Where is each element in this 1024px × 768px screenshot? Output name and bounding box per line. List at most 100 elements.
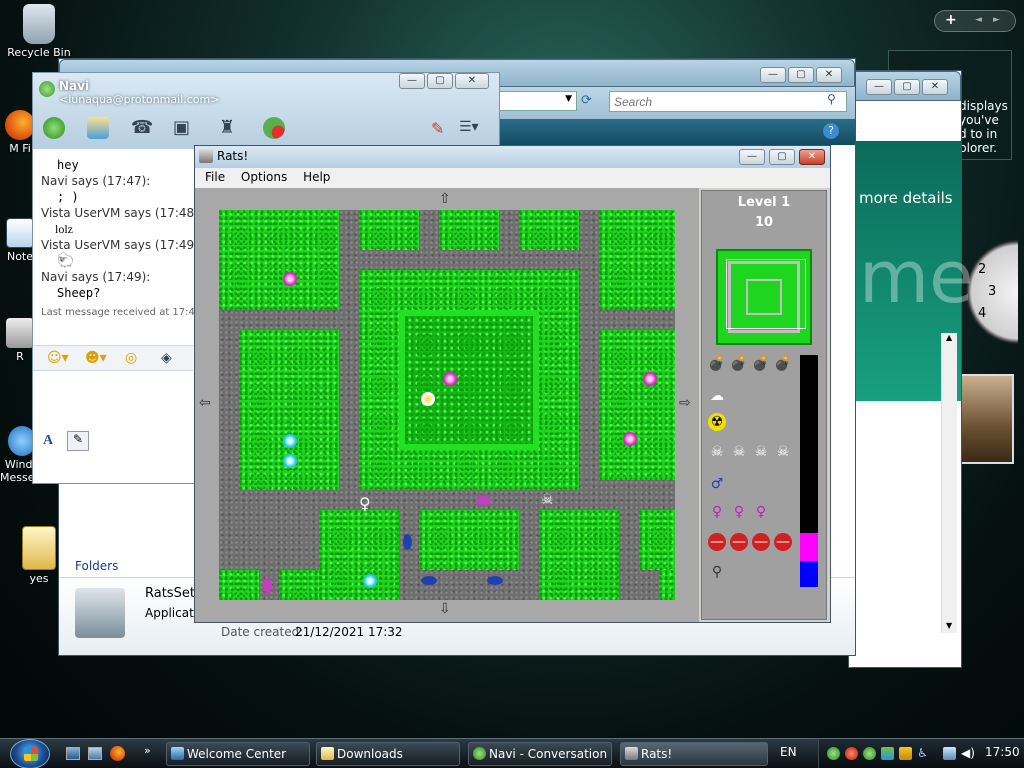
- refresh-icon[interactable]: ⟳: [581, 93, 592, 108]
- clock[interactable]: 17:50: [985, 745, 1020, 759]
- search-icon[interactable]: ⚲: [827, 92, 836, 106]
- close-button[interactable]: ✕: [455, 73, 489, 89]
- minimize-button[interactable]: —: [760, 67, 786, 83]
- invite-contact-icon[interactable]: [43, 117, 65, 139]
- taskbar-button-navi-conversation[interactable]: Navi - Conversation: [468, 742, 612, 766]
- nudge-icon[interactable]: ◎: [125, 350, 137, 366]
- poison-skull-icon[interactable]: ☠: [708, 443, 726, 461]
- folders-label[interactable]: Folders: [75, 559, 118, 573]
- sidebar-prev-icon[interactable]: ◄: [975, 15, 982, 25]
- rat-female[interactable]: [263, 578, 272, 594]
- handwriting-icon[interactable]: ✎: [67, 431, 89, 451]
- scroll-left-arrow-icon[interactable]: ⇦: [199, 396, 211, 410]
- minimize-button[interactable]: —: [739, 149, 765, 165]
- poison-skull-icon[interactable]: ☠: [752, 443, 770, 461]
- bomb-icon[interactable]: 💣: [774, 355, 792, 373]
- welcome-scrollbar[interactable]: ▲ ▼: [941, 333, 957, 633]
- rat-female[interactable]: [475, 496, 491, 505]
- firefox-icon[interactable]: [110, 746, 125, 761]
- sidebar-next-icon[interactable]: ►: [993, 15, 1000, 25]
- more-details-link[interactable]: more details: [859, 189, 953, 207]
- message-input[interactable]: [33, 371, 193, 427]
- minimize-button[interactable]: —: [866, 79, 892, 95]
- poison-skull-icon[interactable]: ☠: [730, 443, 748, 461]
- hose-icon[interactable]: ⚲: [708, 563, 726, 581]
- female-symbol-icon[interactable]: ♀: [752, 503, 770, 521]
- stop-sign-icon[interactable]: —: [752, 533, 770, 551]
- search-input[interactable]: [609, 91, 847, 112]
- share-files-icon[interactable]: [87, 117, 109, 139]
- female-symbol-icon[interactable]: ♀: [730, 503, 748, 521]
- voice-clip-icon[interactable]: ◈: [161, 350, 172, 366]
- minimap[interactable]: [716, 249, 812, 345]
- chat-sender: Navi says (17:49):: [41, 270, 151, 284]
- paint-icon[interactable]: ✎: [431, 119, 444, 138]
- stop-sign-icon[interactable]: —: [708, 533, 726, 551]
- activities-icon[interactable]: ♜: [219, 117, 235, 138]
- maximize-button[interactable]: ▢: [427, 73, 453, 89]
- rat-male[interactable]: [487, 576, 503, 585]
- stop-sign-icon[interactable]: —: [774, 533, 792, 551]
- menu-file[interactable]: File: [199, 168, 231, 186]
- font-button[interactable]: A: [43, 433, 53, 449]
- switch-windows-icon[interactable]: [88, 747, 102, 760]
- scroll-down-arrow-icon[interactable]: ⇩: [439, 602, 451, 616]
- taskbar-button-rats[interactable]: Rats!: [620, 742, 768, 766]
- bomb-icon[interactable]: 💣: [708, 355, 726, 373]
- scroll-up-icon[interactable]: ▲: [946, 333, 952, 342]
- bomb-icon[interactable]: 💣: [752, 355, 770, 373]
- gas-cloud-icon[interactable]: ☁: [708, 387, 726, 405]
- address-dropdown[interactable]: ▼: [499, 91, 577, 111]
- scroll-down-icon[interactable]: ▼: [946, 621, 952, 630]
- radiation-icon[interactable]: ☢: [708, 413, 726, 431]
- female-symbol-icon[interactable]: ♀: [708, 503, 726, 521]
- messenger-tray-icon[interactable]: [863, 747, 876, 760]
- show-desktop-icon[interactable]: [66, 747, 80, 760]
- safely-remove-icon[interactable]: [899, 747, 912, 760]
- rats-window[interactable]: Rats! — ▢ ✕ File Options Help ⇧ ⇦ ⇨ ⇩ ♀ …: [194, 145, 831, 623]
- block-contact-icon[interactable]: [263, 117, 285, 139]
- help-icon[interactable]: ?: [823, 123, 839, 139]
- security-alert-icon[interactable]: [845, 747, 858, 760]
- desktop-icon-recycle-bin[interactable]: Recycle Bin: [4, 4, 74, 59]
- emoticon-icon[interactable]: ☺▾: [47, 350, 69, 366]
- volume-icon[interactable]: ◀): [961, 747, 975, 760]
- stop-sign-icon[interactable]: —: [730, 533, 748, 551]
- poison-skull-icon[interactable]: ☠: [774, 443, 792, 461]
- status-panel: Level 1 10 💣 💣 💣 💣 ☁ ☢ ☠ ☠ ☠ ☠ ♂ ♀ ♀ ♀ — — — — ⚲: [701, 190, 827, 620]
- taskbar-button-welcome-center[interactable]: Welcome Center: [166, 742, 310, 766]
- welcome-center-window[interactable]: — ▢ ✕ more details me ▲ ▼: [848, 70, 973, 668]
- call-icon[interactable]: ☎: [131, 117, 153, 138]
- rat-male[interactable]: [403, 534, 412, 550]
- start-button[interactable]: [10, 739, 50, 768]
- maximize-button[interactable]: ▢: [769, 149, 795, 165]
- language-indicator[interactable]: EN: [780, 745, 797, 759]
- close-button[interactable]: ✕: [799, 149, 825, 165]
- bomb-icon[interactable]: 💣: [730, 355, 748, 373]
- video-icon[interactable]: ▣: [173, 117, 190, 138]
- scroll-up-arrow-icon[interactable]: ⇧: [439, 192, 451, 206]
- rat-male[interactable]: [421, 576, 437, 585]
- desktop-icon-label: Note: [6, 250, 34, 263]
- network-icon[interactable]: [943, 747, 956, 760]
- chevron-down-icon[interactable]: ▼: [565, 94, 572, 104]
- close-button[interactable]: ✕: [816, 67, 842, 83]
- minimize-button[interactable]: —: [399, 73, 425, 89]
- explorer-scrollbar[interactable]: [935, 59, 951, 69]
- quick-launch-overflow[interactable]: »: [144, 744, 151, 757]
- scroll-right-arrow-icon[interactable]: ⇨: [679, 396, 691, 410]
- add-gadget-button[interactable]: +: [945, 12, 957, 28]
- close-button[interactable]: ✕: [922, 79, 948, 95]
- maximize-button[interactable]: ▢: [894, 79, 920, 95]
- wink-icon[interactable]: ☻▾: [85, 350, 107, 366]
- menu-options[interactable]: Options: [235, 168, 293, 186]
- update-icon[interactable]: [881, 747, 894, 760]
- accessibility-icon[interactable]: ♿: [917, 747, 930, 760]
- male-symbol-icon[interactable]: ♂: [708, 475, 726, 493]
- menu-options-icon[interactable]: ☰▾: [459, 119, 479, 135]
- game-map[interactable]: ♀ ☠: [219, 210, 675, 600]
- network-users-icon[interactable]: [827, 747, 840, 760]
- menu-help[interactable]: Help: [297, 168, 336, 186]
- maximize-button[interactable]: ▢: [788, 67, 814, 83]
- taskbar-button-downloads[interactable]: Downloads: [316, 742, 460, 766]
